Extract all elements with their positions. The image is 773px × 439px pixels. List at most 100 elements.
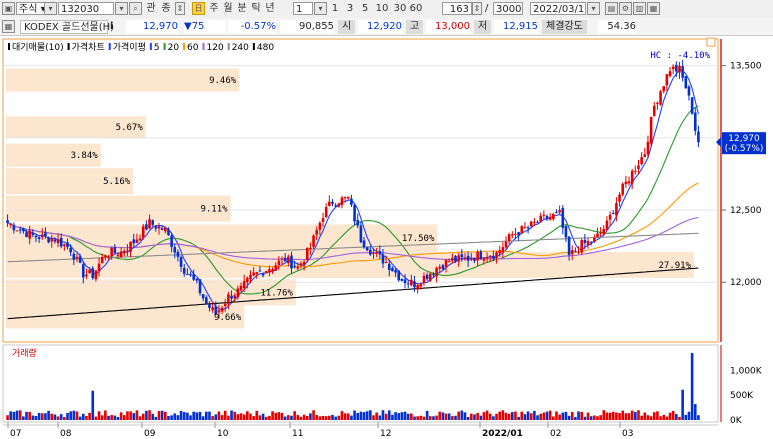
search-icon[interactable]: ⌕ [129, 2, 142, 15]
interval-30[interactable]: 30 [393, 2, 407, 15]
info-icon[interactable]: i [110, 20, 113, 34]
profile-label-1: 5.67% [116, 123, 144, 133]
candlestick-chart[interactable]: 9.46% 5.67% 3.84% 5.16% 9.11% 17.50% 27.91% 11.… [0, 36, 773, 439]
chart-area[interactable]: 9.46% 5.67% 3.84% 5.16% 9.11% 17.50% 27.91% 11.… [0, 36, 773, 439]
volume-bar [148, 410, 151, 420]
candle-body [435, 268, 438, 277]
volume-bar [428, 416, 432, 420]
interval-3[interactable]: 3 [345, 2, 355, 15]
legend-item-8: 480 [257, 43, 274, 53]
candle-body [100, 257, 104, 264]
candle-body [66, 242, 69, 248]
volume-bar [425, 410, 429, 420]
candle-body [309, 248, 312, 250]
candle-body [63, 244, 66, 247]
volume-bar [520, 411, 524, 420]
minute-dropdown-icon[interactable]: ▾ [314, 2, 327, 15]
candle-body [356, 219, 360, 226]
interval-10[interactable]: 10 [375, 2, 389, 15]
count-input[interactable]: 163 [442, 2, 472, 15]
volume-bar [495, 413, 498, 420]
candle-body [343, 197, 347, 199]
volume-bar [309, 413, 312, 420]
candle-body [432, 274, 435, 276]
candle-body [85, 274, 88, 277]
expand-icon[interactable]: ▦ [2, 20, 15, 33]
profile-label-4: 9.11% [200, 205, 228, 215]
period-month[interactable]: 월 [222, 2, 234, 15]
volume-bar [359, 411, 363, 420]
volume-bar [223, 410, 227, 420]
candle-body [170, 235, 173, 247]
candle-body [618, 194, 621, 202]
volume-bar [18, 410, 22, 420]
volume-title: 거래량 [12, 347, 37, 359]
interval-1[interactable]: 1 [330, 2, 340, 15]
volume-bar [179, 410, 183, 420]
volume-bar [334, 416, 337, 420]
volume-bar [261, 413, 265, 420]
volume-bar [624, 413, 628, 420]
candle-body [425, 274, 429, 280]
interval-5[interactable]: 5 [360, 2, 370, 15]
candle-body [668, 71, 672, 77]
volume-bar [387, 410, 391, 420]
candle-body [249, 274, 252, 280]
interval-60[interactable]: 60 [409, 2, 423, 15]
save-icon[interactable]: ▥ [633, 2, 646, 15]
period-tick[interactable]: 틱 [250, 2, 262, 15]
volume-bar [400, 412, 404, 420]
spin-icon[interactable]: ⇕ [175, 2, 185, 15]
candle-body [208, 303, 211, 308]
screen-icon[interactable]: ▦ [647, 2, 660, 15]
period-week[interactable]: 주 [208, 2, 220, 15]
volume-bar [681, 389, 684, 420]
chart-type-icon[interactable]: ▤ [605, 2, 618, 15]
candle-body [151, 220, 154, 225]
volume-bar [697, 415, 700, 420]
settings-gear-icon[interactable]: ⚙ [619, 2, 632, 15]
minute-value-input[interactable]: 1 [293, 2, 313, 15]
btn-jong[interactable]: 종 [160, 2, 172, 15]
day-period-icon[interactable]: 日 [192, 2, 205, 15]
volume-bar [40, 413, 44, 420]
volume-bar [160, 410, 164, 420]
candle-body [593, 237, 596, 242]
volume-bar [646, 415, 650, 420]
volume-bar [365, 411, 369, 420]
volume-bar [132, 413, 136, 420]
volume-bar [328, 415, 331, 420]
volume-bar [444, 413, 448, 420]
btn-gwan[interactable]: 관 [145, 2, 157, 15]
candle-body [233, 295, 237, 299]
candle-body [577, 251, 580, 253]
candle-body [441, 265, 445, 270]
candle-body [119, 251, 123, 258]
volume-bar [97, 411, 101, 420]
candle-body [640, 157, 643, 165]
volume-bar [154, 416, 158, 420]
chevron-down-icon[interactable]: ▾ [44, 2, 57, 15]
volume-bar [296, 415, 300, 420]
candle-body [97, 263, 101, 272]
candle-body [561, 208, 565, 228]
date-input[interactable]: 2022/03/16 [530, 2, 586, 15]
period-minute[interactable]: 분 [236, 2, 248, 15]
code-input[interactable]: 132030 [58, 2, 114, 15]
panel-max-icon[interactable] [706, 37, 716, 47]
panel-toggle-icon[interactable]: ▣ [2, 2, 15, 15]
candle-body [91, 268, 95, 279]
count-total-input[interactable]: 3000 [493, 2, 523, 15]
volume-bar [312, 410, 315, 420]
volume-bar [239, 413, 243, 420]
candle-body [258, 270, 262, 272]
code-dropdown-icon[interactable]: ▾ [115, 2, 128, 15]
candle-body [81, 264, 85, 278]
candle-body [18, 229, 22, 231]
candle-body [255, 272, 259, 275]
volume-bar [182, 412, 186, 420]
period-year[interactable]: 년 [264, 2, 276, 15]
count-spin-icon[interactable]: ⇕ [472, 2, 482, 15]
volume-bar [255, 410, 259, 420]
date-dropdown-icon[interactable]: ▾ [587, 2, 600, 15]
